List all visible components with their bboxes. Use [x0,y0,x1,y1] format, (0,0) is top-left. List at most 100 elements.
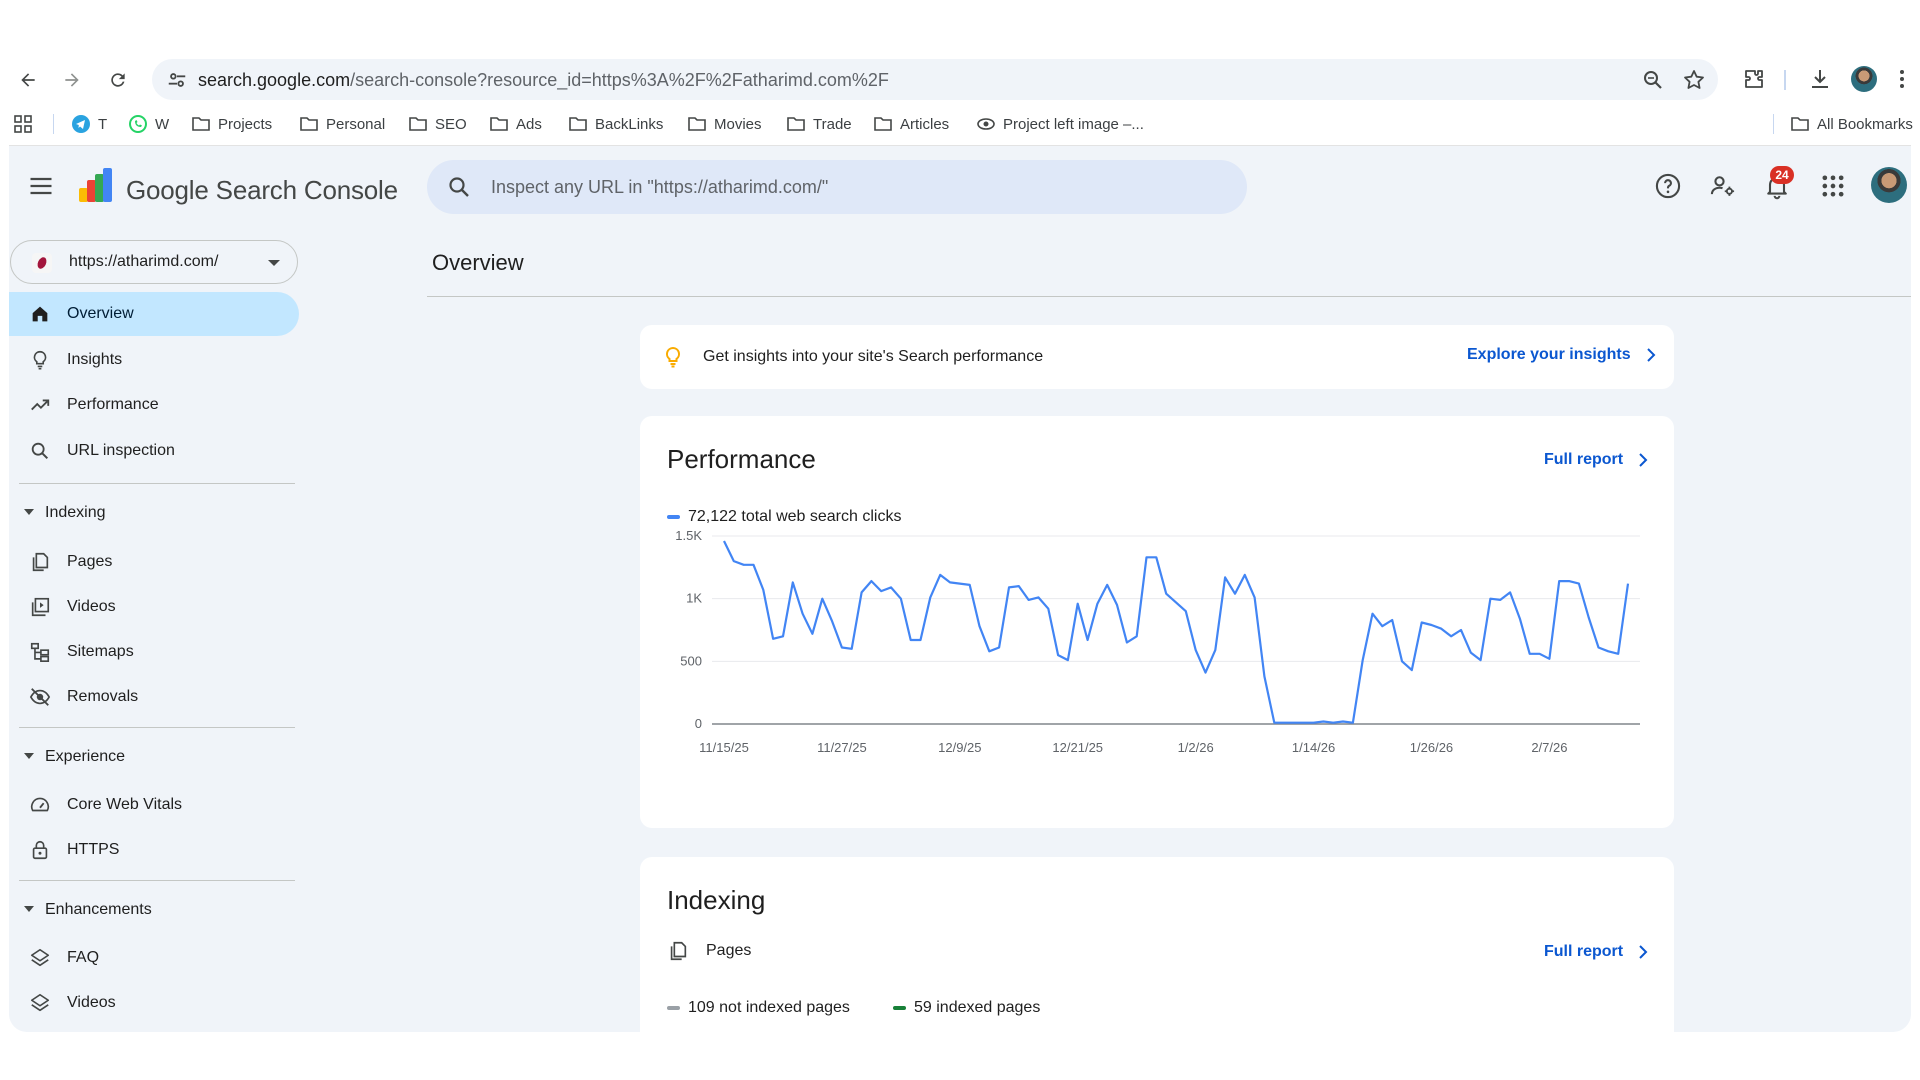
x-tick-label: 1/2/26 [1178,740,1214,755]
url-path: /search-console?resource_id=https%3A%2F%… [350,70,889,90]
lock-icon [32,840,48,860]
search-console-app: Google Search Console 24 https://atharim… [9,146,1911,1032]
profile-avatar[interactable] [1851,66,1877,92]
y-tick-label: 0 [695,716,702,731]
link-label: Full report [1544,451,1624,468]
product-title: Search Console [215,175,398,205]
clicks-series-line[interactable] [723,540,1630,724]
not-indexed-legend: 109 not indexed pages [667,999,850,1017]
extensions-icon[interactable] [1742,67,1766,91]
sidebar-item-performance[interactable]: Performance [9,383,299,427]
sidebar-divider [19,483,295,484]
section-label: Indexing [45,504,106,521]
explore-insights-link[interactable]: Explore your insights [1467,346,1659,364]
performance-full-report-link[interactable]: Full report [1544,451,1651,469]
reload-button[interactable] [103,65,133,95]
chevron-right-icon [1639,453,1648,467]
browser-chrome: search.google.com/search-console?resourc… [9,58,1913,146]
dropdown-arrow-icon [268,260,280,266]
bookmark-folder-projects[interactable]: Projects [191,113,272,135]
page-title: Overview [432,250,524,275]
folder-icon [874,117,892,131]
all-bookmarks[interactable]: All Bookmarks [1790,113,1913,135]
property-selector[interactable]: https://atharimd.com/ [10,240,298,284]
apps-grid-icon[interactable] [14,115,32,133]
collapse-arrow-icon [24,753,34,759]
legend-swatch [667,1006,680,1010]
bookmark-folder-movies[interactable]: Movies [687,113,762,135]
manage-users-icon[interactable] [1709,172,1737,200]
sidebar-section-indexing[interactable]: Indexing [9,492,299,532]
indexing-title: Indexing [667,885,766,915]
bookmark-folder-backlinks[interactable]: BackLinks [568,113,663,135]
sidebar-item-https[interactable]: HTTPS [9,828,299,872]
clicks-line-chart[interactable]: 0 500 1K 1.5K 11/15/25 11/27/25 12/9/25 12/21/2… [640,516,1674,756]
toolbar-divider [1784,70,1786,90]
reload-icon [111,73,125,87]
back-button[interactable] [13,65,43,95]
more-vert-icon[interactable] [1896,67,1908,91]
sidebar-item-label: Removals [67,688,139,705]
browser-window: search.google.com/search-console?resourc… [0,0,1920,1080]
bookmark-folder-trade[interactable]: Trade [786,113,852,135]
google-apps-icon[interactable] [1819,172,1847,200]
zoom-icon[interactable] [1641,68,1665,92]
sidebar-item-insights[interactable]: Insights [9,338,299,382]
product-google: Google [126,175,209,205]
search-input[interactable] [491,171,1211,203]
menu-icon[interactable] [27,172,55,200]
sidebar-item-removals[interactable]: Removals [9,675,299,719]
site-info-icon[interactable] [166,69,188,91]
sidebar-item-pages[interactable]: Pages [9,540,299,584]
sidebar-item-overview[interactable]: Overview [9,292,299,336]
sidebar-item-videos[interactable]: Videos [9,585,299,629]
section-label: Experience [45,748,126,765]
property-favicon [32,253,52,273]
sidebar-item-label: URL inspection [67,442,175,459]
all-bookmarks-label: All Bookmarks [1817,115,1913,133]
bookmark-folder-ads[interactable]: Ads [489,113,542,135]
sidebar-item-videos-enhancement[interactable]: Videos [9,981,299,1025]
indexing-full-report-link[interactable]: Full report [1544,943,1651,961]
folder-icon [300,117,318,131]
indexing-pages-row: Pages [667,940,751,962]
url-inspection-search[interactable] [427,160,1247,214]
sidebar-item-core-web-vitals[interactable]: Core Web Vitals [9,783,299,827]
sidebar-item-url-inspection[interactable]: URL inspection [9,429,299,473]
bookmark-folder-personal[interactable]: Personal [299,113,385,135]
sidebar-item-sitemaps[interactable]: Sitemaps [9,630,299,674]
folder-icon [569,117,587,131]
bookmark-label: Movies [714,115,762,133]
download-icon[interactable] [1808,67,1832,91]
sidebar-section-enhancements[interactable]: Enhancements [9,889,299,929]
help-icon[interactable] [1654,172,1682,200]
sidebar-item-label: Performance [67,396,159,413]
address-bar[interactable]: search.google.com/search-console?resourc… [152,59,1718,100]
search-icon [31,442,49,460]
legend-label: 59 indexed pages [914,999,1041,1016]
pages-label: Pages [706,942,752,959]
section-label: Enhancements [45,901,152,918]
eye-off-icon [29,688,51,706]
search-icon [449,177,469,197]
sidebar-item-label: Sitemaps [67,643,134,660]
folder-icon [192,117,210,131]
bookmark-folder-articles[interactable]: Articles [873,113,949,135]
bookmark-label: Project left image –... [1003,115,1144,133]
bookmark-project-left-image[interactable]: Project left image –... [976,113,1144,135]
bookmark-whatsapp[interactable]: W [128,113,169,135]
collapse-arrow-icon [24,509,34,515]
sidebar-item-faq[interactable]: FAQ [9,936,299,980]
y-tick-label: 1K [686,591,702,606]
sidebar-section-experience[interactable]: Experience [9,736,299,776]
speedometer-icon [30,797,50,812]
bookmark-telegram[interactable]: T [71,113,107,135]
sidebar-item-label: Overview [67,305,134,322]
sidebar-item-label: FAQ [67,949,100,966]
bookmark-folder-seo[interactable]: SEO [408,113,467,135]
account-avatar[interactable] [1871,167,1907,203]
sidebar-item-label: Videos [67,598,116,615]
bookmark-star-icon[interactable] [1682,68,1706,92]
bookmark-label: Projects [218,115,273,133]
forward-button[interactable] [57,65,87,95]
